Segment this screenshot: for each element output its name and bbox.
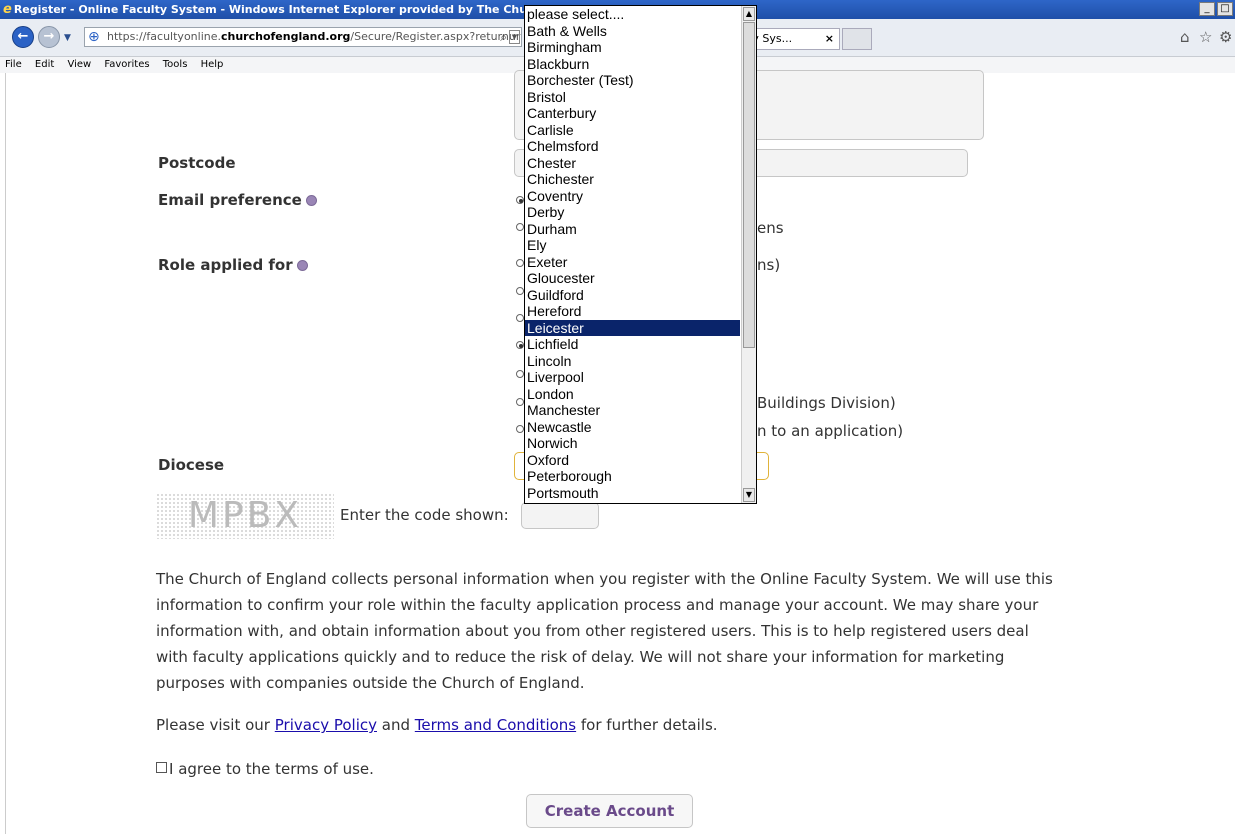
- agree-row: I agree to the terms of use.: [156, 760, 374, 778]
- diocese-option[interactable]: Oxford: [525, 452, 740, 469]
- visit-suffix: for further details.: [580, 716, 718, 734]
- window-title: Register - Online Faculty System - Windo…: [13, 3, 575, 16]
- menu-favorites[interactable]: Favorites: [104, 59, 149, 70]
- diocese-option[interactable]: Bristol: [525, 89, 740, 106]
- visit-prefix: Please visit our: [156, 716, 270, 734]
- role-radio-4[interactable]: [516, 341, 524, 349]
- new-tab-button[interactable]: [842, 28, 872, 50]
- diocese-option[interactable]: Chelmsford: [525, 138, 740, 155]
- menu-help[interactable]: Help: [201, 59, 224, 70]
- agree-checkbox[interactable]: [156, 762, 167, 773]
- diocese-option[interactable]: Bath & Wells: [525, 23, 740, 40]
- diocese-option[interactable]: Peterborough: [525, 468, 740, 485]
- and-text: and: [381, 716, 411, 734]
- diocese-option[interactable]: please select....: [525, 6, 740, 23]
- diocese-option[interactable]: Portsmouth: [525, 485, 740, 502]
- ie-logo-icon: e: [3, 2, 12, 17]
- diocese-option[interactable]: Hereford: [525, 303, 740, 320]
- terms-link[interactable]: Terms and Conditions: [415, 716, 576, 734]
- role-applied-text: Role applied for: [158, 256, 293, 274]
- diocese-label: Diocese: [158, 456, 225, 474]
- captcha-image: MPBX: [156, 493, 334, 539]
- role-option-buildings-text: Buildings Division): [757, 394, 896, 412]
- role-radio-5[interactable]: [516, 370, 524, 378]
- minimize-button[interactable]: _: [1199, 2, 1215, 16]
- diocese-option[interactable]: Ely: [525, 237, 740, 254]
- page-globe-icon: ⊕: [88, 29, 100, 45]
- url-host: https://facultyonline.: [107, 30, 221, 43]
- recent-pages-chevron-icon[interactable]: ▼: [64, 33, 71, 43]
- help-icon[interactable]: [296, 260, 308, 271]
- home-icon[interactable]: ⌂: [1180, 28, 1190, 46]
- role-radio-1[interactable]: [516, 259, 524, 267]
- role-option-application-text: n to an application): [757, 422, 904, 440]
- email-preference-text: Email preference: [158, 191, 302, 209]
- visit-text: Please visit our Privacy Policy and Term…: [156, 716, 718, 734]
- scroll-down-icon[interactable]: ▼: [743, 488, 755, 502]
- role-option-1-text: ns): [757, 256, 781, 274]
- scroll-thumb[interactable]: [743, 22, 755, 348]
- create-account-button[interactable]: Create Account: [526, 794, 693, 828]
- diocese-option[interactable]: Birmingham: [525, 39, 740, 56]
- diocese-option[interactable]: Chichester: [525, 171, 740, 188]
- role-radio-2[interactable]: [516, 287, 524, 295]
- captcha-prompt: Enter the code shown:: [340, 506, 509, 524]
- diocese-option[interactable]: Lincoln: [525, 353, 740, 370]
- diocese-option[interactable]: Guildford: [525, 287, 740, 304]
- forward-icon[interactable]: →: [38, 26, 60, 48]
- address-dropdown-icon[interactable]: ▼: [509, 30, 520, 44]
- dropdown-scrollbar[interactable]: ▲ ▼: [741, 6, 756, 503]
- window-frame-left: [0, 73, 6, 834]
- privacy-policy-link[interactable]: Privacy Policy: [275, 716, 377, 734]
- diocese-option[interactable]: Blackburn: [525, 56, 740, 73]
- back-icon[interactable]: ←: [12, 26, 34, 48]
- diocese-option[interactable]: Liverpool: [525, 369, 740, 386]
- address-bar[interactable]: ⊕ https://facultyonline.churchofengland.…: [84, 27, 522, 47]
- menu-file[interactable]: File: [5, 59, 22, 70]
- diocese-option[interactable]: Exeter: [525, 254, 740, 271]
- menu-edit[interactable]: Edit: [35, 59, 54, 70]
- favorites-star-icon[interactable]: ☆: [1199, 28, 1212, 46]
- tools-gear-icon[interactable]: ⚙: [1219, 28, 1232, 46]
- diocese-option[interactable]: Borchester (Test): [525, 72, 740, 89]
- agree-label[interactable]: I agree to the terms of use.: [169, 760, 374, 778]
- postcode-label: Postcode: [158, 154, 236, 172]
- menu-tools[interactable]: Tools: [163, 59, 188, 70]
- url-domain: churchofengland.org: [221, 30, 351, 43]
- scroll-up-icon[interactable]: ▲: [743, 7, 755, 21]
- help-icon[interactable]: [305, 195, 317, 206]
- diocese-option[interactable]: London: [525, 386, 740, 403]
- menu-view[interactable]: View: [67, 59, 91, 70]
- diocese-option[interactable]: Manchester: [525, 402, 740, 419]
- captcha-input[interactable]: [521, 502, 599, 529]
- maximize-button[interactable]: □: [1217, 2, 1233, 16]
- privacy-paragraph: The Church of England collects personal …: [156, 570, 1053, 692]
- email-pref-radio-1[interactable]: [516, 196, 524, 204]
- diocese-option[interactable]: Norwich: [525, 435, 740, 452]
- diocese-option[interactable]: Derby: [525, 204, 740, 221]
- diocese-option[interactable]: Newcastle: [525, 419, 740, 436]
- diocese-option[interactable]: Carlisle: [525, 122, 740, 139]
- email-pref-radio-2[interactable]: [516, 223, 524, 231]
- diocese-option[interactable]: Lichfield: [525, 336, 740, 353]
- role-radio-7[interactable]: [516, 425, 524, 433]
- email-pref-option-2-text: ens: [757, 219, 784, 237]
- diocese-dropdown-list[interactable]: please select.... Bath & Wells Birmingham B…: [524, 5, 757, 504]
- url-path: /Secure/Register.aspx?returnurl=%2f: [350, 30, 521, 43]
- diocese-options: please select.... Bath & Wells Birmingham B…: [525, 6, 741, 502]
- diocese-option[interactable]: Leicester: [525, 318, 741, 337]
- search-icon[interactable]: ⌕: [500, 28, 507, 46]
- role-radio-3[interactable]: [516, 314, 524, 322]
- role-applied-label: Role applied for: [158, 256, 308, 274]
- email-preference-label: Email preference: [158, 191, 317, 209]
- tab-close-icon[interactable]: ×: [825, 29, 834, 49]
- diocese-option[interactable]: Canterbury: [525, 105, 740, 122]
- role-radio-6[interactable]: [516, 398, 524, 406]
- diocese-option[interactable]: Chester: [525, 155, 740, 172]
- diocese-option[interactable]: Gloucester: [525, 270, 740, 287]
- diocese-option[interactable]: Durham: [525, 221, 740, 238]
- diocese-option[interactable]: Coventry: [525, 188, 740, 205]
